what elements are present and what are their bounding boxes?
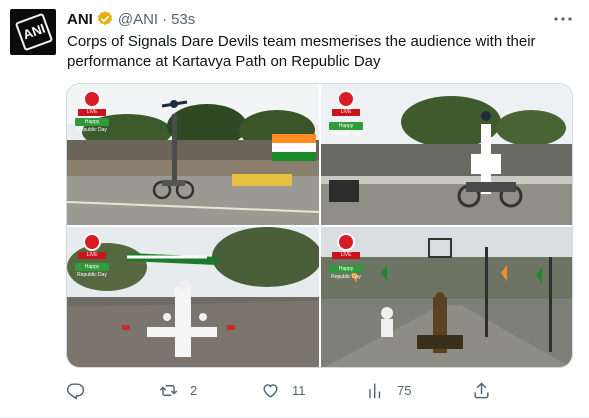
photo-2[interactable]: LIVE Happy Republic Day [321,84,572,225]
channel-logo-mark [83,90,101,108]
views-button[interactable]: 75 [366,378,411,402]
republic-day-badge: Happy Republic Day [75,118,109,133]
republic-day-badge: Happy Republic Day [329,122,363,137]
author-name[interactable]: ANI [67,11,93,28]
channel-logo-mark [83,233,101,251]
republic-day-badge: Happy Republic Day [329,265,363,280]
retweet-icon [159,384,178,396]
live-label: LIVE [332,109,360,116]
reply-icon [66,382,85,399]
like-count: 11 [292,382,306,398]
live-label: LIVE [332,252,360,259]
tweet[interactable]: ANI ANI @ANI · 53s Corps of Signals Dare… [0,0,589,418]
retweet-count: 2 [190,382,198,398]
media-grid[interactable]: LIVE Happy Republic Day LIVE Happy Repub… [66,83,573,368]
republic-day-badge: Happy Republic Day [75,263,109,278]
tweet-text: Corps of Signals Dare Devils team mesmer… [67,33,536,70]
photo-1[interactable]: LIVE Happy Republic Day [67,84,319,225]
header-separator: · [162,10,168,28]
channel-logo-mark [337,90,355,108]
verified-badge-icon[interactable] [96,10,114,28]
heart-icon [263,383,278,398]
channel-logo-mark [337,233,355,251]
share-button[interactable] [472,378,491,402]
tweet-actions: 2 11 75 [66,378,496,402]
channel-logo: LIVE [77,90,107,116]
photo-3[interactable]: LIVE Happy Republic Day [67,227,319,367]
retweet-button[interactable]: 2 [159,378,197,402]
reply-button[interactable] [66,378,97,402]
channel-logo: LIVE [331,233,361,259]
more-icon[interactable] [553,10,573,28]
like-button[interactable]: 11 [261,378,306,402]
live-label: LIVE [78,252,106,259]
live-label: LIVE [78,109,106,116]
views-icon [369,382,381,398]
channel-logo: LIVE [77,233,107,259]
channel-logo: LIVE [331,90,361,116]
tweet-header: ANI @ANI · 53s [67,9,195,29]
photo-4[interactable]: LIVE Happy Republic Day [321,227,572,367]
avatar[interactable]: ANI [10,9,56,55]
tweet-timestamp[interactable]: 53s [171,11,195,28]
share-icon [474,382,489,398]
author-handle[interactable]: @ANI [118,11,158,28]
views-count: 75 [397,382,412,398]
